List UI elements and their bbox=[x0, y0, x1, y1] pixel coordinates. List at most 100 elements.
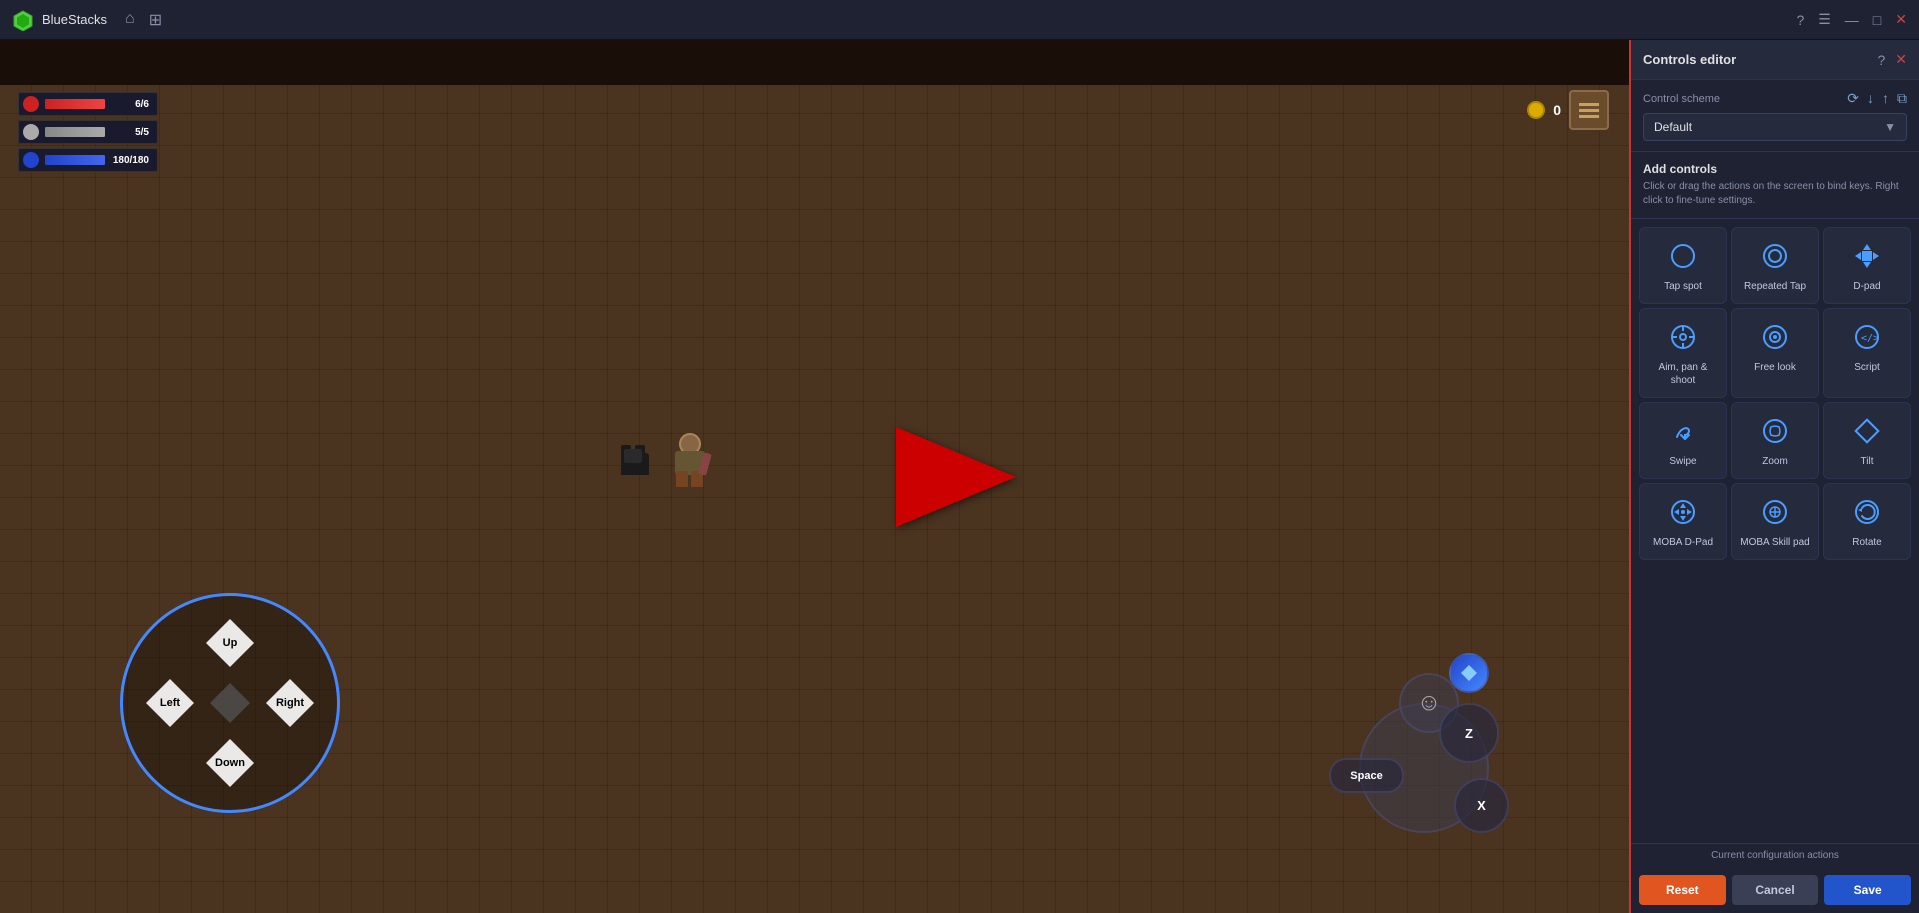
dpad-up-button[interactable]: Up bbox=[206, 619, 254, 667]
window-controls: ? ☰ — □ ✕ bbox=[1796, 11, 1907, 28]
shield-icon bbox=[23, 124, 39, 140]
sp-fill-container bbox=[45, 127, 105, 137]
control-item-free-look[interactable]: Free look bbox=[1731, 308, 1819, 398]
controls-panel-header: Controls editor ? ✕ bbox=[1631, 40, 1919, 80]
add-controls-desc: Click or drag the actions on the screen … bbox=[1643, 180, 1907, 208]
d-pad-label: D-pad bbox=[1853, 280, 1880, 293]
mp-fill bbox=[45, 155, 105, 165]
scheme-share-icon[interactable]: ↑ bbox=[1882, 90, 1889, 107]
sp-bar: 5/5 bbox=[18, 120, 158, 144]
scheme-download-icon[interactable]: ↓ bbox=[1867, 90, 1874, 107]
action-space-button[interactable]: Space bbox=[1329, 758, 1404, 793]
control-scheme-label: Control scheme ⟳ ↓ ↑ ⧉ bbox=[1643, 90, 1907, 107]
free-look-icon bbox=[1757, 319, 1793, 355]
svg-text:</>: </> bbox=[1861, 333, 1879, 344]
control-item-moba-dpad[interactable]: MOBA D-Pad bbox=[1639, 483, 1727, 560]
bag-line-1 bbox=[1579, 103, 1599, 106]
action-blue-item[interactable] bbox=[1449, 653, 1489, 693]
coin-count: 0 bbox=[1553, 102, 1561, 118]
game-characters bbox=[619, 433, 709, 483]
tap-spot-icon bbox=[1665, 238, 1701, 274]
mp-bar: 180/180 bbox=[18, 148, 158, 172]
aim-pan-shoot-icon bbox=[1665, 319, 1701, 355]
dpad-left-button[interactable]: Left bbox=[146, 679, 194, 727]
scheme-copy-icon[interactable]: ⧉ bbox=[1897, 90, 1907, 107]
scheme-dropdown[interactable]: Default ▼ bbox=[1643, 113, 1907, 141]
hp-fill bbox=[45, 99, 105, 109]
free-look-label: Free look bbox=[1754, 361, 1796, 374]
dpad-right-button[interactable]: Right bbox=[266, 679, 314, 727]
title-bar: BlueStacks ⌂ ⊞ ? ☰ — □ ✕ bbox=[0, 0, 1919, 40]
control-item-repeated-tap[interactable]: Repeated Tap bbox=[1731, 227, 1819, 304]
bag-icon[interactable] bbox=[1569, 90, 1609, 130]
home-icon[interactable]: ⌂ bbox=[125, 10, 135, 30]
hp-bar: 6/6 bbox=[18, 92, 158, 116]
game-viewport: 6/6 5/5 180/180 0 bbox=[0, 40, 1629, 913]
help-button[interactable]: ? bbox=[1796, 12, 1804, 28]
grid-icon[interactable]: ⊞ bbox=[149, 10, 162, 30]
controls-grid: Tap spot Repeated Tap bbox=[1631, 219, 1919, 843]
control-item-zoom[interactable]: Zoom bbox=[1731, 402, 1819, 479]
moba-dpad-label: MOBA D-Pad bbox=[1653, 536, 1713, 549]
scheme-upload-icon[interactable]: ⟳ bbox=[1847, 90, 1859, 107]
bag-line-2 bbox=[1579, 109, 1599, 112]
control-item-tap-spot[interactable]: Tap spot bbox=[1639, 227, 1727, 304]
control-item-script[interactable]: </> Script bbox=[1823, 308, 1911, 398]
chevron-down-icon: ▼ bbox=[1884, 120, 1896, 134]
swipe-label: Swipe bbox=[1669, 455, 1696, 468]
minimize-button[interactable]: — bbox=[1845, 12, 1859, 28]
control-item-d-pad[interactable]: D-pad bbox=[1823, 227, 1911, 304]
game-top-strip bbox=[0, 40, 1629, 85]
moba-skill-label: MOBA Skill pad bbox=[1740, 536, 1809, 549]
control-item-moba-skill[interactable]: MOBA Skill pad bbox=[1731, 483, 1819, 560]
aim-pan-shoot-label: Aim, pan & shoot bbox=[1646, 361, 1720, 387]
red-arrow bbox=[896, 427, 1016, 527]
tap-spot-label: Tap spot bbox=[1664, 280, 1702, 293]
mp-fill-container bbox=[45, 155, 105, 165]
reset-button[interactable]: Reset bbox=[1639, 875, 1726, 905]
dpad-circle: Up Down Left Right bbox=[120, 593, 340, 813]
control-item-tilt[interactable]: Tilt bbox=[1823, 402, 1911, 479]
nav-icons: ⌂ ⊞ bbox=[125, 10, 162, 30]
control-item-swipe[interactable]: Swipe bbox=[1639, 402, 1727, 479]
action-btn-grid: ☺ Z Space X bbox=[1329, 653, 1529, 853]
add-controls-title: Add controls bbox=[1643, 162, 1907, 176]
tilt-icon bbox=[1849, 413, 1885, 449]
save-button[interactable]: Save bbox=[1824, 875, 1911, 905]
bag-line-3 bbox=[1579, 115, 1599, 118]
moba-skill-icon bbox=[1757, 494, 1793, 530]
controls-panel-title: Controls editor bbox=[1643, 52, 1877, 67]
cat-character bbox=[619, 441, 651, 483]
sp-text: 5/5 bbox=[111, 127, 149, 138]
dpad-cross: Up Down Left Right bbox=[170, 643, 290, 763]
dpad-container[interactable]: Up Down Left Right bbox=[120, 593, 340, 813]
script-icon: </> bbox=[1849, 319, 1885, 355]
heart-icon bbox=[23, 96, 39, 112]
panel-header-icons: ? ✕ bbox=[1877, 51, 1907, 68]
close-button[interactable]: ✕ bbox=[1895, 11, 1907, 28]
menu-button[interactable]: ☰ bbox=[1818, 11, 1831, 28]
dpad-center bbox=[210, 683, 250, 723]
control-item-aim-pan-shoot[interactable]: Aim, pan & shoot bbox=[1639, 308, 1727, 398]
cancel-button[interactable]: Cancel bbox=[1732, 875, 1819, 905]
sp-fill bbox=[45, 127, 105, 137]
panel-help-icon[interactable]: ? bbox=[1877, 52, 1885, 68]
rotate-label: Rotate bbox=[1852, 536, 1881, 549]
dpad-down-button[interactable]: Down bbox=[206, 739, 254, 787]
game-topright-hud: 0 bbox=[1527, 90, 1609, 130]
action-z-button[interactable]: Z bbox=[1439, 703, 1499, 763]
repeated-tap-label: Repeated Tap bbox=[1744, 280, 1806, 293]
mp-text: 180/180 bbox=[111, 155, 149, 166]
panel-close-icon[interactable]: ✕ bbox=[1895, 51, 1907, 68]
script-label: Script bbox=[1854, 361, 1880, 374]
controls-action-buttons: Reset Cancel Save bbox=[1631, 867, 1919, 913]
current-config-label: Current configuration actions bbox=[1631, 844, 1919, 867]
action-btn-container: ☺ Z Space X bbox=[1329, 653, 1529, 853]
action-x-button[interactable]: X bbox=[1454, 778, 1509, 833]
d-pad-icon bbox=[1849, 238, 1885, 274]
control-scheme-section: Control scheme ⟳ ↓ ↑ ⧉ Default ▼ bbox=[1631, 80, 1919, 152]
controls-bottom: Current configuration actions Reset Canc… bbox=[1631, 843, 1919, 913]
control-item-rotate[interactable]: Rotate bbox=[1823, 483, 1911, 560]
player-character bbox=[671, 433, 709, 483]
maximize-button[interactable]: □ bbox=[1873, 12, 1881, 28]
